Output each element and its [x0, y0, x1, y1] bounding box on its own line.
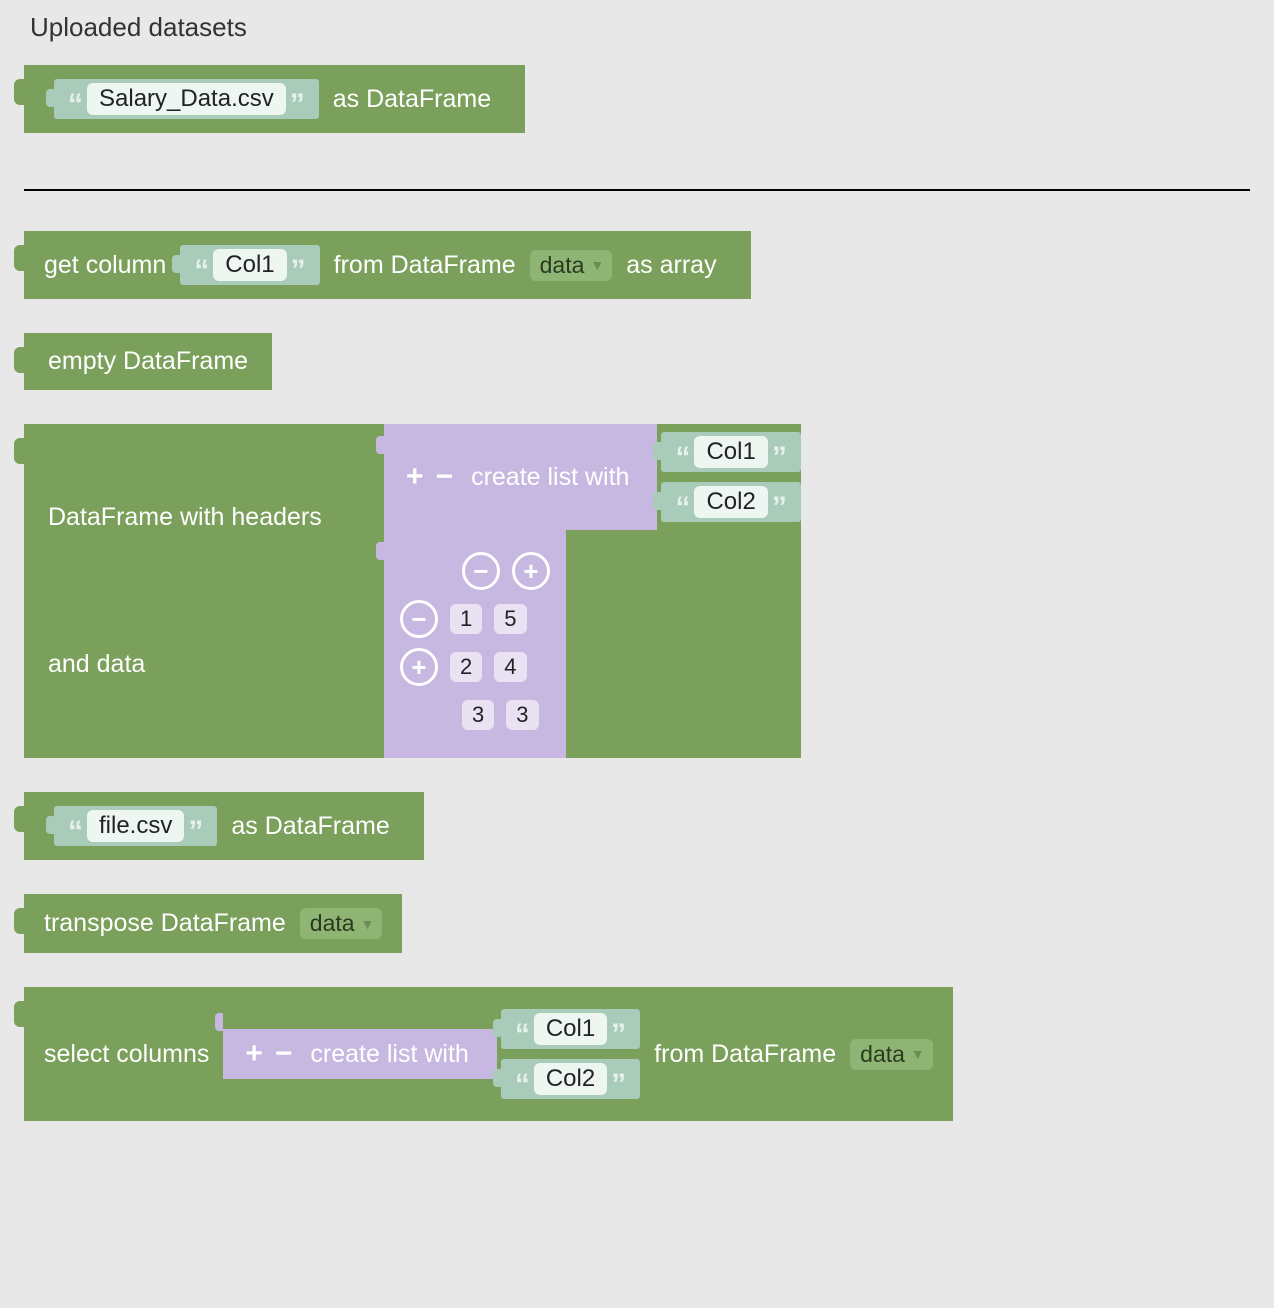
block-label: empty DataFrame: [44, 347, 252, 376]
plus-icon[interactable]: +: [239, 1039, 269, 1069]
block-label: transpose DataFrame: [44, 909, 300, 938]
dropdown-value: data: [860, 1041, 905, 1068]
slot-notch: [376, 542, 384, 560]
slot-notch: [215, 1013, 223, 1031]
slot-notch: [493, 1019, 501, 1037]
block-notch: [14, 347, 24, 373]
block-create-list[interactable]: + − create list with: [223, 1029, 496, 1079]
blockly-canvas: Uploaded datasets Salary_Data.csv as Dat…: [0, 0, 1274, 1195]
header-col-chip[interactable]: Col2: [661, 482, 800, 522]
slot-notch: [376, 436, 384, 454]
matrix-cell[interactable]: 1: [450, 604, 482, 634]
slot-notch: [653, 442, 661, 460]
block-notch: [14, 1001, 24, 1027]
block-label: get column: [44, 251, 180, 280]
block-notch: [14, 79, 24, 105]
block-load-csv[interactable]: Salary_Data.csv as DataFrame: [24, 65, 525, 133]
column-chip[interactable]: Col1: [501, 1009, 640, 1049]
dataframe-dropdown[interactable]: data ▼: [850, 1039, 933, 1070]
filename-chip[interactable]: file.csv: [54, 806, 217, 846]
block-notch: [14, 806, 24, 832]
block-get-column[interactable]: get column Col1 from DataFrame data ▼ as…: [24, 231, 751, 299]
matrix-cell[interactable]: 2: [450, 652, 482, 682]
block-notch: [14, 908, 24, 934]
block-label: from DataFrame: [320, 251, 530, 280]
block-select-columns[interactable]: select columns + − create list with Col1: [24, 987, 953, 1121]
slot-notch: [172, 255, 180, 273]
block-label: as array: [612, 251, 730, 280]
block-load-csv[interactable]: file.csv as DataFrame: [24, 792, 424, 860]
block-empty-dataframe[interactable]: empty DataFrame: [24, 333, 272, 390]
block-label: from DataFrame: [640, 1040, 850, 1069]
plus-icon[interactable]: +: [400, 462, 430, 492]
block-notch: [14, 245, 24, 271]
column-name-input[interactable]: Col1: [213, 249, 286, 281]
matrix-cell[interactable]: 3: [462, 700, 494, 730]
filename-input[interactable]: file.csv: [87, 810, 184, 842]
remove-col-icon[interactable]: −: [462, 552, 500, 590]
header-col-input[interactable]: Col1: [694, 436, 767, 468]
remove-row-icon[interactable]: −: [400, 600, 438, 638]
block-matrix[interactable]: − + − 1 5 + 2 4: [384, 530, 566, 758]
column-chip[interactable]: Col2: [501, 1059, 640, 1099]
block-label: and data: [48, 650, 360, 679]
block-label: select columns: [44, 1040, 223, 1069]
section-title: Uploaded datasets: [30, 12, 1250, 43]
filename-chip[interactable]: Salary_Data.csv: [54, 79, 319, 119]
column-input[interactable]: Col2: [534, 1063, 607, 1095]
matrix-cell[interactable]: 4: [494, 652, 526, 682]
slot-notch: [493, 1069, 501, 1087]
minus-icon[interactable]: −: [430, 462, 460, 492]
block-dataframe-with-headers[interactable]: DataFrame with headers and data + − crea…: [24, 424, 801, 758]
column-name-chip[interactable]: Col1: [180, 245, 319, 285]
dropdown-value: data: [540, 252, 585, 279]
block-label: as DataFrame: [319, 85, 505, 114]
block-label: create list with: [459, 463, 641, 492]
dropdown-value: data: [310, 910, 355, 937]
minus-icon[interactable]: −: [269, 1039, 299, 1069]
filename-input[interactable]: Salary_Data.csv: [87, 83, 286, 115]
dataframe-dropdown[interactable]: data ▼: [300, 908, 383, 939]
block-create-list[interactable]: + − create list with: [384, 424, 657, 530]
block-label: create list with: [298, 1040, 480, 1069]
slot-notch: [46, 816, 54, 834]
chevron-down-icon: ▼: [590, 257, 604, 273]
header-col-chip[interactable]: Col1: [661, 432, 800, 472]
header-col-input[interactable]: Col2: [694, 486, 767, 518]
separator: [24, 189, 1250, 191]
block-transpose[interactable]: transpose DataFrame data ▼: [24, 894, 402, 953]
add-row-icon[interactable]: +: [400, 648, 438, 686]
dataframe-dropdown[interactable]: data ▼: [530, 250, 613, 281]
column-input[interactable]: Col1: [534, 1013, 607, 1045]
add-col-icon[interactable]: +: [512, 552, 550, 590]
slot-notch: [653, 492, 661, 510]
chevron-down-icon: ▼: [361, 916, 375, 932]
slot-notch: [46, 89, 54, 107]
matrix-cell[interactable]: 5: [494, 604, 526, 634]
block-label: as DataFrame: [217, 812, 403, 841]
chevron-down-icon: ▼: [911, 1046, 925, 1062]
block-label: DataFrame with headers: [48, 503, 360, 532]
block-notch: [14, 438, 24, 464]
matrix-cell[interactable]: 3: [506, 700, 538, 730]
